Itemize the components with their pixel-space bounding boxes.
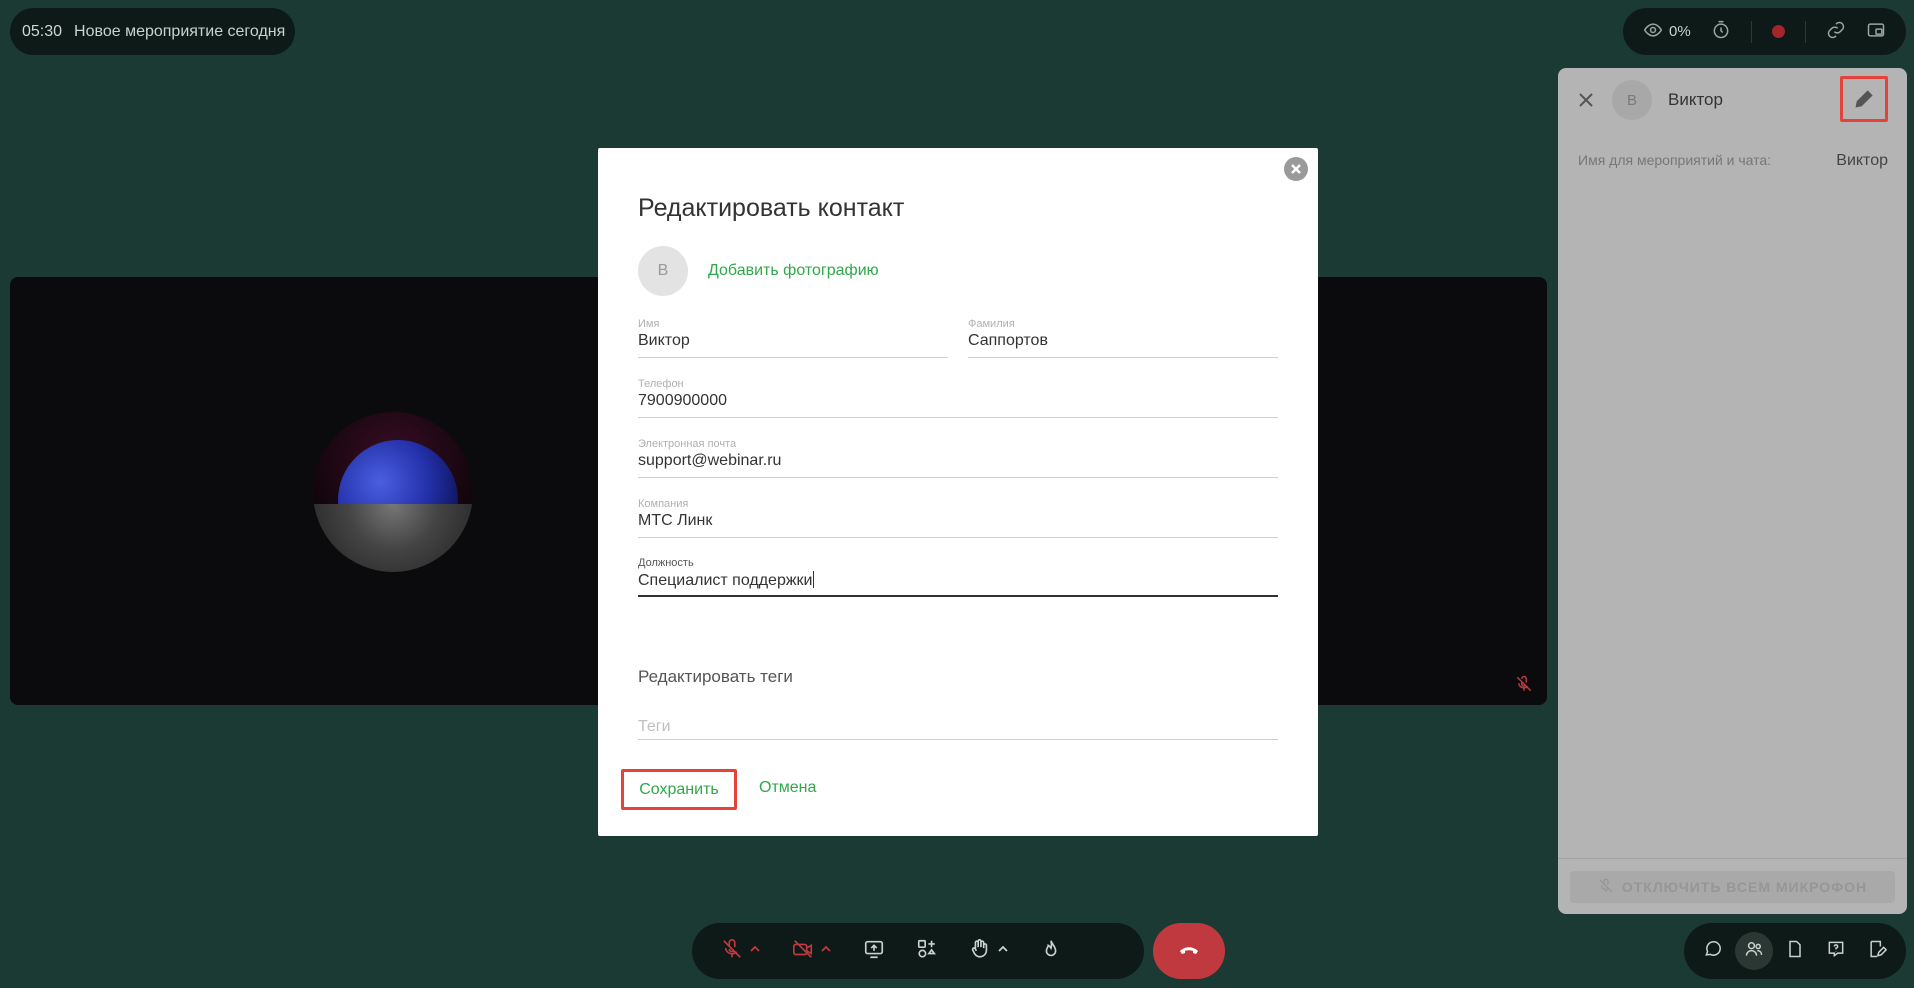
close-panel-button[interactable]	[1576, 90, 1596, 110]
copy-link-button[interactable]	[1826, 20, 1846, 44]
hangup-button[interactable]	[1153, 923, 1225, 979]
record-icon	[1771, 25, 1785, 38]
mute-all-label: ОТКЛЮЧИТЬ ВСЕМ МИКРОФОН	[1621, 879, 1868, 895]
edit-contact-button[interactable]	[1840, 76, 1888, 122]
eye-icon	[1643, 20, 1663, 44]
save-button[interactable]: Сохранить	[621, 769, 737, 810]
views-indicator[interactable]: 0%	[1643, 20, 1691, 44]
divider	[1750, 20, 1752, 43]
mic-off-icon	[721, 938, 743, 965]
close-icon	[1291, 164, 1301, 174]
screen-share-button[interactable]	[863, 938, 885, 965]
mute-all-button[interactable]: ОТКЛЮЧИТЬ ВСЕМ МИКРОФОН	[1570, 871, 1895, 903]
position-label: Должность	[638, 557, 694, 569]
position-field[interactable]: Должность Специалист поддержки	[638, 557, 1278, 597]
event-timer: 05:30	[22, 22, 63, 40]
more-button[interactable]	[1092, 938, 1114, 965]
chat-icon	[1703, 939, 1723, 964]
mic-off-icon	[1598, 878, 1614, 897]
display-name-label: Имя для мероприятий и чата:	[1578, 152, 1772, 168]
participant-avatar-image	[313, 412, 473, 572]
more-icon	[1092, 938, 1114, 965]
camera-off-icon	[792, 938, 814, 965]
display-name-value: Виктор	[1836, 152, 1888, 169]
participant-panel: B Виктор Имя для мероприятий и чата: Вик…	[1558, 68, 1907, 914]
camera-toggle[interactable]	[792, 938, 832, 965]
phone-field[interactable]: Телефон 7900900000	[638, 378, 1278, 418]
participant-name: Виктор	[1668, 90, 1723, 109]
event-info-pill: 05:30 Новое мероприятие сегодня	[10, 8, 295, 55]
fire-icon	[1040, 938, 1062, 965]
pip-icon	[1866, 20, 1886, 44]
moon-surface	[313, 504, 473, 572]
cancel-button[interactable]: Отмена	[759, 779, 816, 797]
files-tab[interactable]	[1776, 932, 1814, 970]
last-name-value: Саппортов	[968, 332, 1048, 349]
avatar: B	[638, 246, 688, 296]
close-dialog-button[interactable]	[1284, 157, 1308, 181]
chat-tab[interactable]	[1694, 932, 1732, 970]
avatar: B	[1612, 80, 1652, 120]
pip-button[interactable]	[1866, 20, 1886, 44]
first-name-label: Имя	[638, 318, 660, 330]
first-name-field[interactable]: Имя Виктор	[638, 318, 948, 358]
position-value-wrap: Специалист поддержки	[638, 571, 815, 590]
participants-tab[interactable]	[1734, 932, 1773, 970]
top-toolbar: 0%	[1623, 8, 1906, 55]
last-name-field[interactable]: Фамилия Саппортов	[968, 318, 1278, 358]
apps-button[interactable]	[916, 938, 938, 965]
divider	[1558, 858, 1907, 859]
first-name-value: Виктор	[638, 332, 690, 349]
text-caret	[813, 571, 815, 588]
display-name-row: Имя для мероприятий и чата: Виктор	[1578, 152, 1888, 170]
company-field[interactable]: Компания МТС Линк	[638, 498, 1278, 538]
notes-icon	[1867, 939, 1888, 964]
edit-contact-dialog: Редактировать контакт B Добавить фотогра…	[598, 148, 1318, 836]
tags-title: Редактировать теги	[638, 667, 793, 686]
timer-icon	[1711, 20, 1731, 44]
chevron-up-icon[interactable]	[749, 942, 761, 960]
close-icon	[1579, 93, 1593, 107]
divider	[1804, 20, 1806, 43]
raise-hand-button[interactable]	[969, 938, 1009, 965]
tags-input[interactable]: Теги	[638, 712, 1278, 740]
mic-off-icon	[1515, 675, 1533, 693]
email-value: support@webinar.ru	[638, 452, 782, 469]
link-icon	[1826, 20, 1846, 44]
record-button[interactable]	[1771, 25, 1785, 38]
phone-value: 7900900000	[638, 392, 727, 409]
call-controls	[692, 923, 1144, 979]
timer-button[interactable]	[1711, 20, 1731, 44]
reactions-button[interactable]	[1040, 938, 1062, 965]
position-value: Специалист поддержки	[638, 572, 813, 589]
hangup-icon	[1177, 937, 1201, 966]
help-icon	[1826, 939, 1846, 964]
participant-panel-header: B Виктор	[1558, 68, 1907, 132]
files-icon	[1785, 939, 1805, 964]
email-field[interactable]: Электронная почта support@webinar.ru	[638, 438, 1278, 478]
microphone-toggle[interactable]	[721, 938, 761, 965]
tags-placeholder: Теги	[638, 718, 671, 735]
company-label: Компания	[638, 498, 689, 510]
last-name-label: Фамилия	[968, 318, 1015, 330]
notes-tab[interactable]	[1858, 932, 1896, 970]
side-tabs	[1684, 923, 1906, 979]
hand-icon	[969, 938, 991, 965]
email-label: Электронная почта	[638, 438, 737, 450]
participants-icon	[1744, 939, 1764, 964]
views-percent: 0%	[1669, 23, 1691, 40]
help-tab[interactable]	[1817, 932, 1855, 970]
screen-share-icon	[863, 938, 885, 965]
chevron-up-icon[interactable]	[820, 942, 832, 960]
chevron-up-icon[interactable]	[997, 942, 1009, 960]
pencil-icon	[1855, 90, 1873, 108]
event-title: Новое мероприятие сегодня	[74, 22, 286, 40]
apps-icon	[916, 938, 938, 965]
phone-label: Телефон	[638, 378, 684, 390]
add-photo-link[interactable]: Добавить фотографию	[708, 262, 879, 280]
photo-row: B Добавить фотографию	[638, 246, 879, 296]
company-value: МТС Линк	[638, 512, 713, 529]
dialog-title: Редактировать контакт	[638, 194, 905, 222]
